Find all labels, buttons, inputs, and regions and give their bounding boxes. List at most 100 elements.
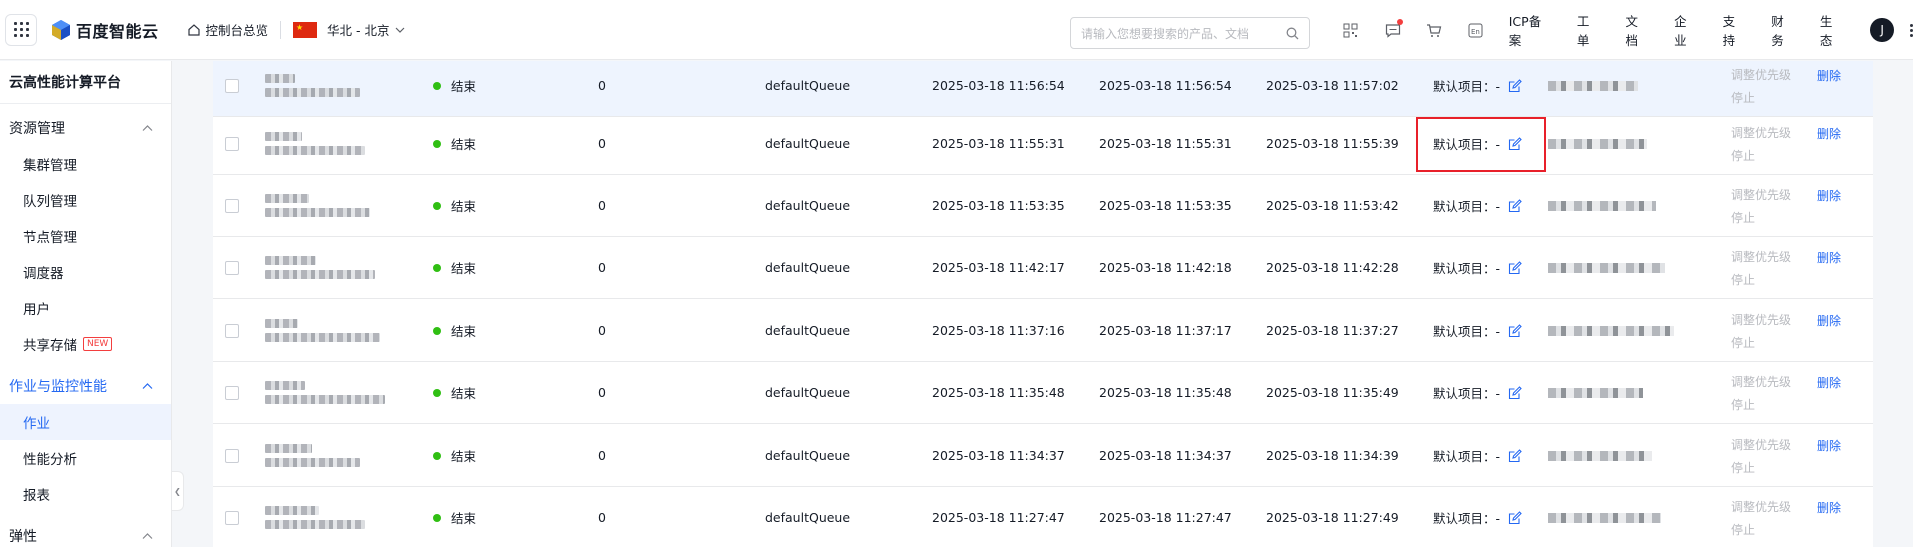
enterprise-link[interactable]: 企业 — [1674, 11, 1699, 49]
row-checkbox[interactable] — [225, 510, 239, 525]
sidebar-item-clusters[interactable]: 集群管理 — [0, 146, 171, 182]
adjust-priority-button[interactable]: 调整优先级 — [1731, 248, 1791, 265]
cloud-logo-icon — [52, 19, 70, 40]
support-link[interactable]: 支持 — [1723, 11, 1748, 49]
adjust-priority-button[interactable]: 调整优先级 — [1731, 373, 1791, 390]
edit-icon[interactable] — [1508, 448, 1522, 463]
sidebar-item-reports[interactable]: 报表 — [0, 476, 171, 512]
edit-icon[interactable] — [1508, 260, 1522, 275]
row-checkbox[interactable] — [225, 323, 239, 338]
language-icon[interactable]: En — [1467, 21, 1485, 39]
table-row[interactable]: 结束 0 defaultQueue 2025-03-18 11:27:47 2025-0… — [213, 486, 1873, 547]
global-search-input[interactable]: 请输入您想要搜索的产品、文档 — [1070, 17, 1310, 49]
adjust-priority-button[interactable]: 调整优先级 — [1731, 186, 1791, 203]
submit-time-cell: 2025-03-18 11:27:47 — [932, 510, 1065, 525]
delete-button[interactable]: 删除 — [1817, 312, 1841, 329]
table-row[interactable]: 结束 0 defaultQueue 2025-03-18 11:37:16 2025-0… — [213, 299, 1873, 362]
adjust-priority-button[interactable]: 调整优先级 — [1731, 436, 1791, 453]
adjust-priority-button[interactable]: 调整优先级 — [1731, 498, 1791, 515]
stop-button[interactable]: 停止 — [1731, 521, 1791, 538]
console-home-link[interactable]: 控制台总览 — [187, 20, 268, 39]
sidebar-item-jobs[interactable]: 作业 — [0, 404, 171, 440]
job-name-cell — [265, 61, 360, 117]
sidebar-group-jobs-monitoring[interactable]: 作业与监控性能 — [0, 368, 171, 404]
job-name-redacted[interactable] — [265, 506, 365, 529]
table-row[interactable]: 结束 0 defaultQueue 2025-03-18 11:35:48 2025-0… — [213, 361, 1873, 424]
job-name-redacted[interactable] — [265, 444, 360, 467]
stop-button[interactable]: 停止 — [1731, 459, 1791, 476]
stop-button[interactable]: 停止 — [1731, 209, 1791, 226]
delete-button[interactable]: 删除 — [1817, 67, 1841, 84]
status-success-dot — [433, 326, 441, 335]
table-row[interactable]: 结束 0 defaultQueue 2025-03-18 11:55:31 2025-0… — [213, 112, 1873, 175]
table-row[interactable]: 结束 0 defaultQueue 2025-03-18 11:34:37 2025-0… — [213, 424, 1873, 487]
edit-icon[interactable] — [1508, 385, 1522, 400]
row-checkbox[interactable] — [225, 448, 239, 463]
finance-link[interactable]: 财务 — [1771, 11, 1796, 49]
priority-cell: 0 — [598, 198, 606, 213]
edit-icon[interactable] — [1508, 510, 1522, 525]
delete-button[interactable]: 删除 — [1817, 437, 1841, 454]
sidebar-collapse-toggle[interactable]: ❮ — [172, 471, 184, 511]
qrcode-icon[interactable] — [1342, 21, 1360, 39]
sidebar-item-performance[interactable]: 性能分析 — [0, 440, 171, 476]
apps-menu-button[interactable] — [5, 13, 37, 46]
adjust-priority-button[interactable]: 调整优先级 — [1731, 66, 1791, 83]
job-name-redacted[interactable] — [265, 194, 370, 217]
delete-button[interactable]: 删除 — [1817, 249, 1841, 266]
delete-button[interactable]: 删除 — [1817, 125, 1841, 142]
project-cell: 默认项目：- — [1433, 424, 1522, 487]
delete-button[interactable]: 删除 — [1817, 499, 1841, 516]
sidebar-item-nodes[interactable]: 节点管理 — [0, 218, 171, 254]
ecosystem-link[interactable]: 生态 — [1820, 11, 1845, 49]
delete-button[interactable]: 删除 — [1817, 374, 1841, 391]
region-selector[interactable]: 华北 - 北京 — [293, 20, 404, 39]
sidebar-group-label: 弹性 — [9, 529, 37, 545]
table-row[interactable]: 结束 0 defaultQueue 2025-03-18 11:53:35 2025-0… — [213, 174, 1873, 237]
row-checkbox[interactable] — [225, 78, 239, 93]
brand-logo[interactable]: 百度智能云 — [50, 18, 159, 42]
edit-icon[interactable] — [1508, 136, 1522, 151]
sidebar-group-resources[interactable]: 资源管理 — [0, 110, 171, 146]
edit-icon[interactable] — [1508, 198, 1522, 213]
table-row[interactable]: 结束 0 defaultQueue 2025-03-18 11:56:54 2025-0… — [213, 61, 1873, 117]
stop-button[interactable]: 停止 — [1731, 271, 1791, 288]
adjust-priority-button[interactable]: 调整优先级 — [1731, 311, 1791, 328]
adjust-priority-button[interactable]: 调整优先级 — [1731, 124, 1791, 141]
operations-cell: 调整优先级 停止 — [1731, 61, 1791, 117]
job-name-redacted[interactable] — [265, 319, 380, 342]
stop-button[interactable]: 停止 — [1731, 89, 1791, 106]
notification-dot — [1397, 19, 1404, 25]
cart-icon[interactable] — [1425, 21, 1443, 39]
delete-cell: 删除 — [1817, 486, 1841, 547]
user-avatar[interactable]: J — [1870, 18, 1894, 42]
sidebar-item-queues[interactable]: 队列管理 — [0, 182, 171, 218]
row-checkbox[interactable] — [225, 385, 239, 400]
icp-filing-link[interactable]: ICP备案 — [1509, 11, 1553, 49]
sidebar-item-shared-storage[interactable]: 共享存储 NEW — [0, 326, 171, 362]
message-icon[interactable] — [1384, 19, 1404, 39]
edit-icon[interactable] — [1508, 78, 1522, 93]
row-checkbox[interactable] — [225, 260, 239, 275]
stop-button[interactable]: 停止 — [1731, 396, 1791, 413]
job-name-redacted[interactable] — [265, 132, 365, 155]
status-success-dot — [433, 388, 441, 397]
row-checkbox[interactable] — [225, 198, 239, 213]
delete-button[interactable]: 删除 — [1817, 187, 1841, 204]
sidebar-item-scheduler[interactable]: 调度器 — [0, 254, 171, 290]
sidebar-group-elastic[interactable]: 弹性 — [0, 518, 171, 547]
search-icon[interactable] — [1286, 27, 1299, 40]
row-checkbox[interactable] — [225, 136, 239, 151]
stop-button[interactable]: 停止 — [1731, 147, 1791, 164]
job-name-redacted[interactable] — [265, 381, 385, 404]
docs-link[interactable]: 文档 — [1626, 11, 1651, 49]
stop-button[interactable]: 停止 — [1731, 334, 1791, 351]
sidebar-item-users[interactable]: 用户 — [0, 290, 171, 326]
edit-icon[interactable] — [1508, 323, 1522, 338]
end-time-cell: 2025-03-18 11:57:02 — [1266, 78, 1399, 93]
job-name-redacted[interactable] — [265, 256, 375, 279]
job-name-redacted[interactable] — [265, 74, 360, 97]
ticket-link[interactable]: 工单 — [1577, 11, 1602, 49]
end-time-cell: 2025-03-18 11:35:49 — [1266, 385, 1399, 400]
table-row[interactable]: 结束 0 defaultQueue 2025-03-18 11:42:17 2025-0… — [213, 236, 1873, 299]
